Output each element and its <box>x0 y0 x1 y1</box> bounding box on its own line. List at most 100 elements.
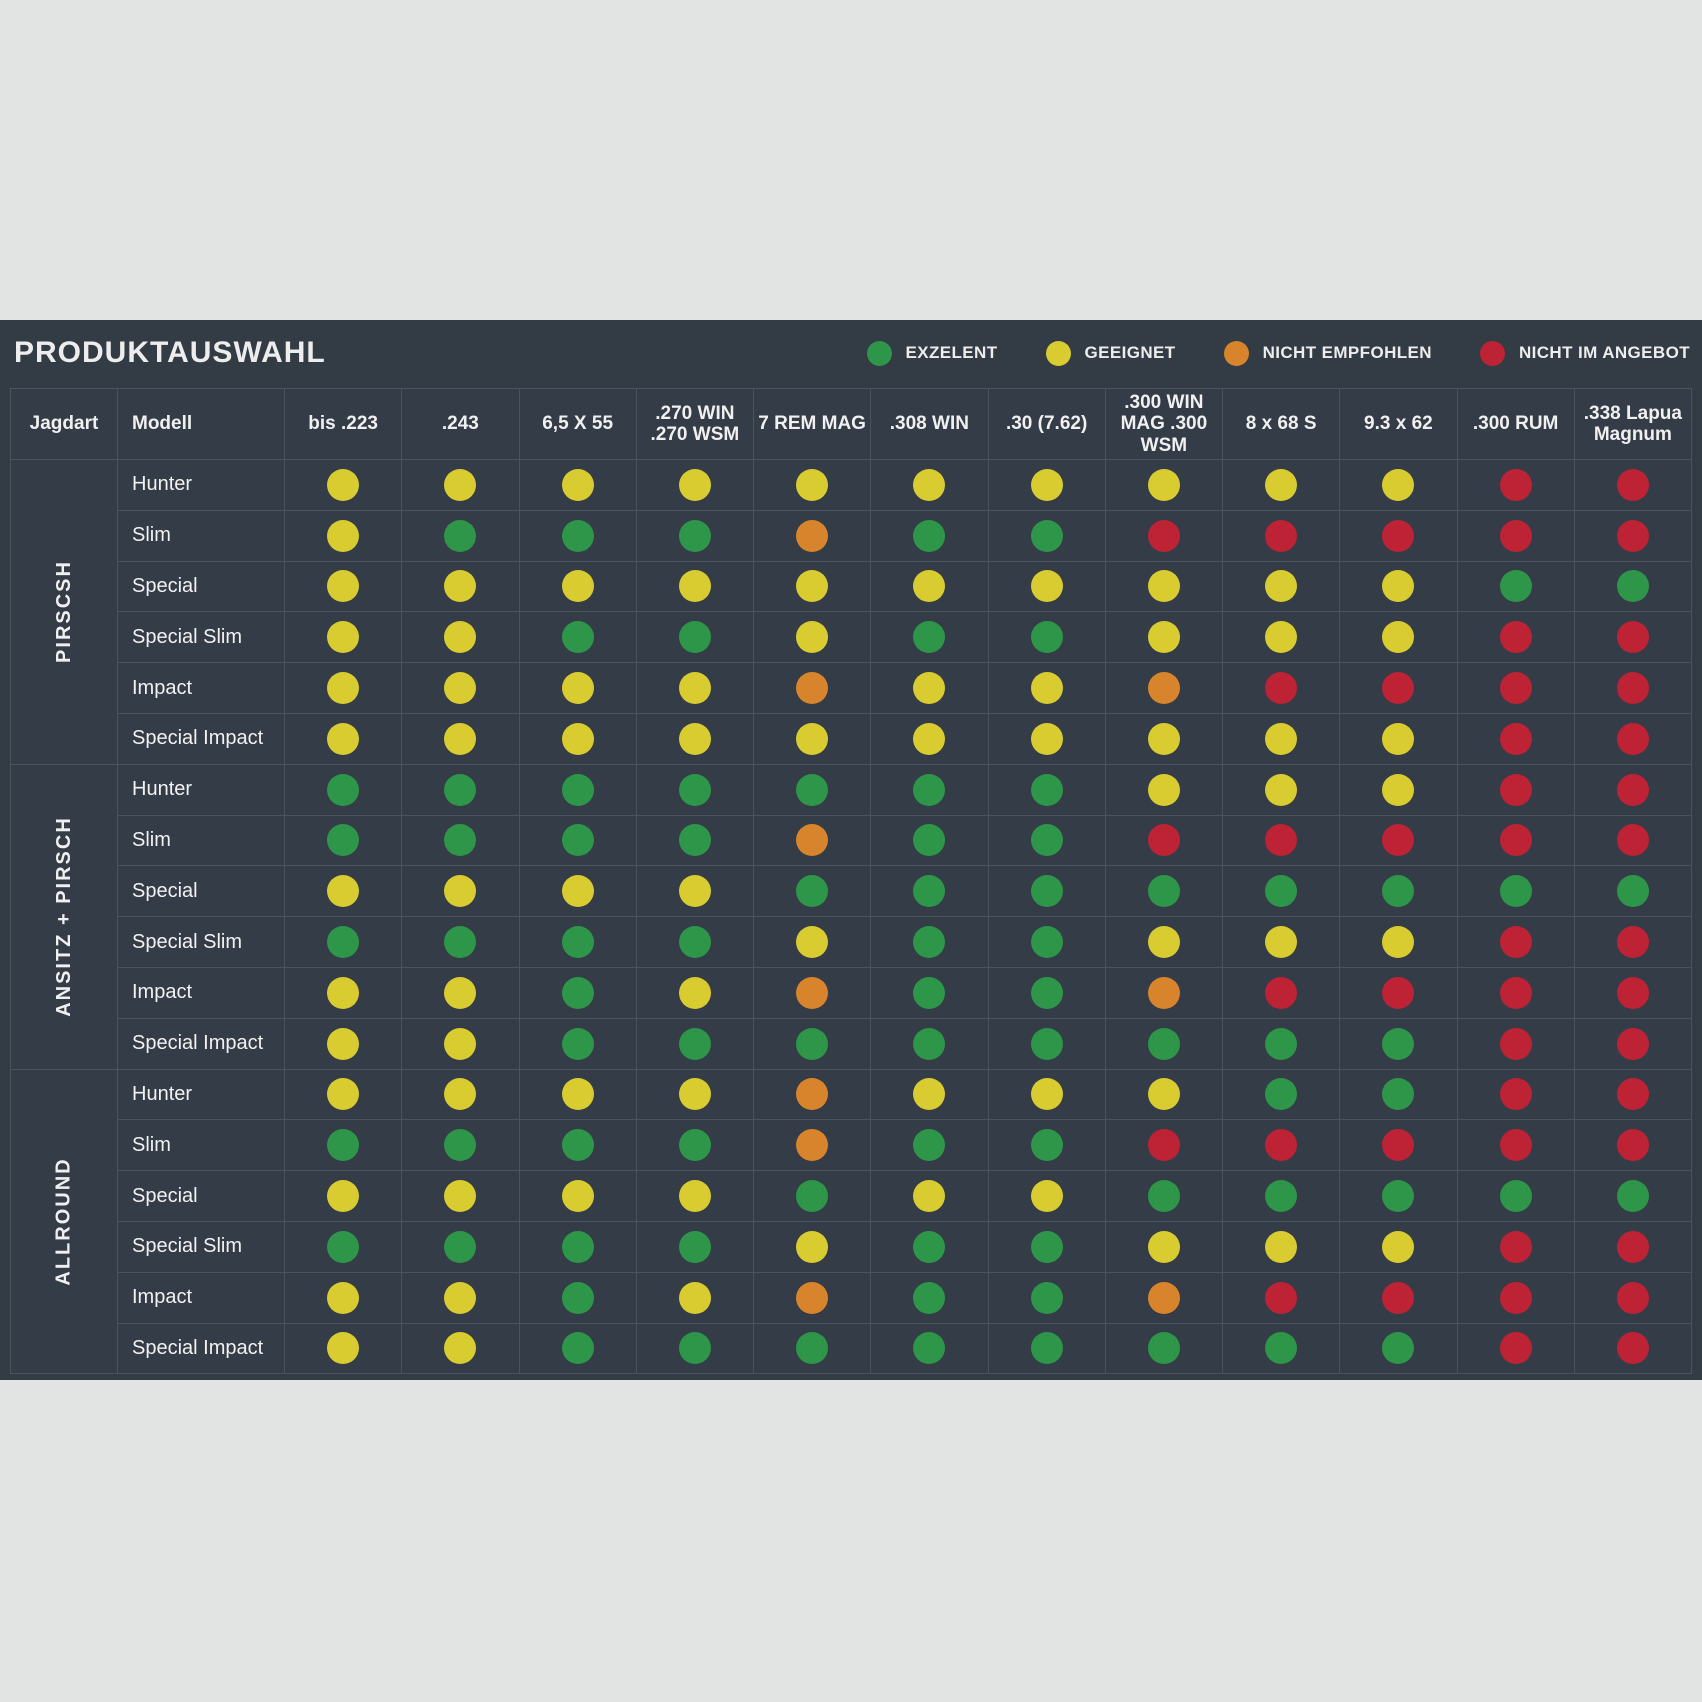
status-dot-nicht-im-angebot <box>1617 1028 1649 1060</box>
rating-cell <box>1458 1070 1574 1120</box>
rating-cell <box>1575 917 1691 967</box>
status-dot-nicht-im-angebot <box>1617 723 1649 755</box>
status-dot-exzelent <box>679 1028 711 1060</box>
status-dot-exzelent <box>562 621 594 653</box>
rating-cell <box>637 866 753 916</box>
model-row-label: Special <box>118 562 284 612</box>
rating-cell <box>520 866 636 916</box>
rating-cell <box>754 663 870 713</box>
panel-header: PRODUKTAUSWAHL EXZELENTGEEIGNETNICHT EMP… <box>0 320 1702 386</box>
status-dot-geeignet <box>1382 469 1414 501</box>
column-header-caliber: .270 WIN .270 WSM <box>637 389 753 459</box>
rating-cell <box>1223 1273 1339 1323</box>
group-header-pirscsh: PIRSCSH <box>11 460 117 764</box>
status-dot-exzelent <box>1382 1180 1414 1212</box>
status-dot-geeignet <box>679 570 711 602</box>
status-dot-geeignet <box>327 1078 359 1110</box>
rating-cell <box>1458 1171 1574 1221</box>
rating-cell <box>1106 917 1222 967</box>
rating-cell <box>1458 1324 1574 1374</box>
rating-cell <box>520 917 636 967</box>
rating-cell <box>520 714 636 764</box>
status-dot-geeignet <box>1265 1231 1297 1263</box>
status-dot-exzelent <box>796 774 828 806</box>
status-dot-nicht-empfohlen <box>796 977 828 1009</box>
status-dot-exzelent <box>1148 1028 1180 1060</box>
status-dot-nicht-im-angebot <box>1500 824 1532 856</box>
rating-cell <box>402 714 518 764</box>
nicht-empfohlen-dot-icon <box>1224 341 1249 366</box>
status-dot-geeignet <box>1148 774 1180 806</box>
status-dot-exzelent <box>796 1332 828 1364</box>
rating-cell <box>285 1324 401 1374</box>
status-dot-geeignet <box>444 621 476 653</box>
rating-cell <box>871 562 987 612</box>
status-dot-nicht-im-angebot <box>1617 1231 1649 1263</box>
page-background: PRODUKTAUSWAHL EXZELENTGEEIGNETNICHT EMP… <box>0 0 1702 1702</box>
rating-cell <box>1575 714 1691 764</box>
status-dot-geeignet <box>1265 774 1297 806</box>
status-dot-nicht-im-angebot <box>1500 926 1532 958</box>
status-dot-geeignet <box>444 875 476 907</box>
rating-cell <box>1223 1120 1339 1170</box>
status-dot-exzelent <box>679 926 711 958</box>
rating-cell <box>1340 1171 1456 1221</box>
status-dot-geeignet <box>679 1282 711 1314</box>
rating-cell <box>1340 1222 1456 1272</box>
rating-cell <box>1458 511 1574 561</box>
status-dot-nicht-im-angebot <box>1382 520 1414 552</box>
rating-cell <box>402 1171 518 1221</box>
rating-cell <box>754 765 870 815</box>
rating-cell <box>1575 1120 1691 1170</box>
status-dot-nicht-im-angebot <box>1265 1282 1297 1314</box>
status-dot-exzelent <box>444 926 476 958</box>
rating-cell <box>520 1019 636 1069</box>
status-dot-exzelent <box>913 977 945 1009</box>
rating-cell <box>1575 612 1691 662</box>
rating-cell <box>989 1324 1105 1374</box>
rating-cell <box>1223 1324 1339 1374</box>
rating-cell <box>1223 511 1339 561</box>
rating-cell <box>754 460 870 510</box>
status-dot-nicht-im-angebot <box>1265 977 1297 1009</box>
status-dot-exzelent <box>679 824 711 856</box>
rating-cell <box>1223 1070 1339 1120</box>
status-dot-exzelent <box>327 1231 359 1263</box>
status-dot-exzelent <box>444 774 476 806</box>
status-dot-geeignet <box>562 875 594 907</box>
rating-cell <box>754 968 870 1018</box>
rating-cell <box>871 968 987 1018</box>
status-dot-geeignet <box>327 977 359 1009</box>
status-dot-nicht-im-angebot <box>1265 824 1297 856</box>
group-header-ansitz-pirsch: ANSITZ + PIRSCH <box>11 765 117 1069</box>
rating-cell <box>637 1273 753 1323</box>
status-dot-exzelent <box>913 520 945 552</box>
rating-cell <box>1340 1120 1456 1170</box>
rating-cell <box>1458 714 1574 764</box>
status-dot-geeignet <box>562 723 594 755</box>
status-dot-geeignet <box>679 977 711 1009</box>
rating-cell <box>1458 1222 1574 1272</box>
status-dot-nicht-im-angebot <box>1265 672 1297 704</box>
rating-cell <box>1458 460 1574 510</box>
model-row-label: Impact <box>118 663 284 713</box>
rating-cell <box>402 917 518 967</box>
status-dot-geeignet <box>1265 621 1297 653</box>
rating-cell <box>754 714 870 764</box>
rating-cell <box>1575 866 1691 916</box>
model-row-label: Slim <box>118 511 284 561</box>
status-dot-nicht-empfohlen <box>1148 1282 1180 1314</box>
status-dot-nicht-im-angebot <box>1148 520 1180 552</box>
rating-cell <box>1106 1222 1222 1272</box>
rating-cell <box>637 460 753 510</box>
rating-cell <box>637 1070 753 1120</box>
rating-cell <box>285 1171 401 1221</box>
product-selection-panel: PRODUKTAUSWAHL EXZELENTGEEIGNETNICHT EMP… <box>0 320 1702 1380</box>
product-table: JagdartModellbis .223.2436,5 X 55.270 WI… <box>10 388 1692 1374</box>
rating-cell <box>989 968 1105 1018</box>
rating-cell <box>520 1120 636 1170</box>
status-dot-nicht-im-angebot <box>1265 1129 1297 1161</box>
status-dot-geeignet <box>444 672 476 704</box>
status-dot-exzelent <box>1382 1078 1414 1110</box>
status-dot-exzelent <box>1031 926 1063 958</box>
